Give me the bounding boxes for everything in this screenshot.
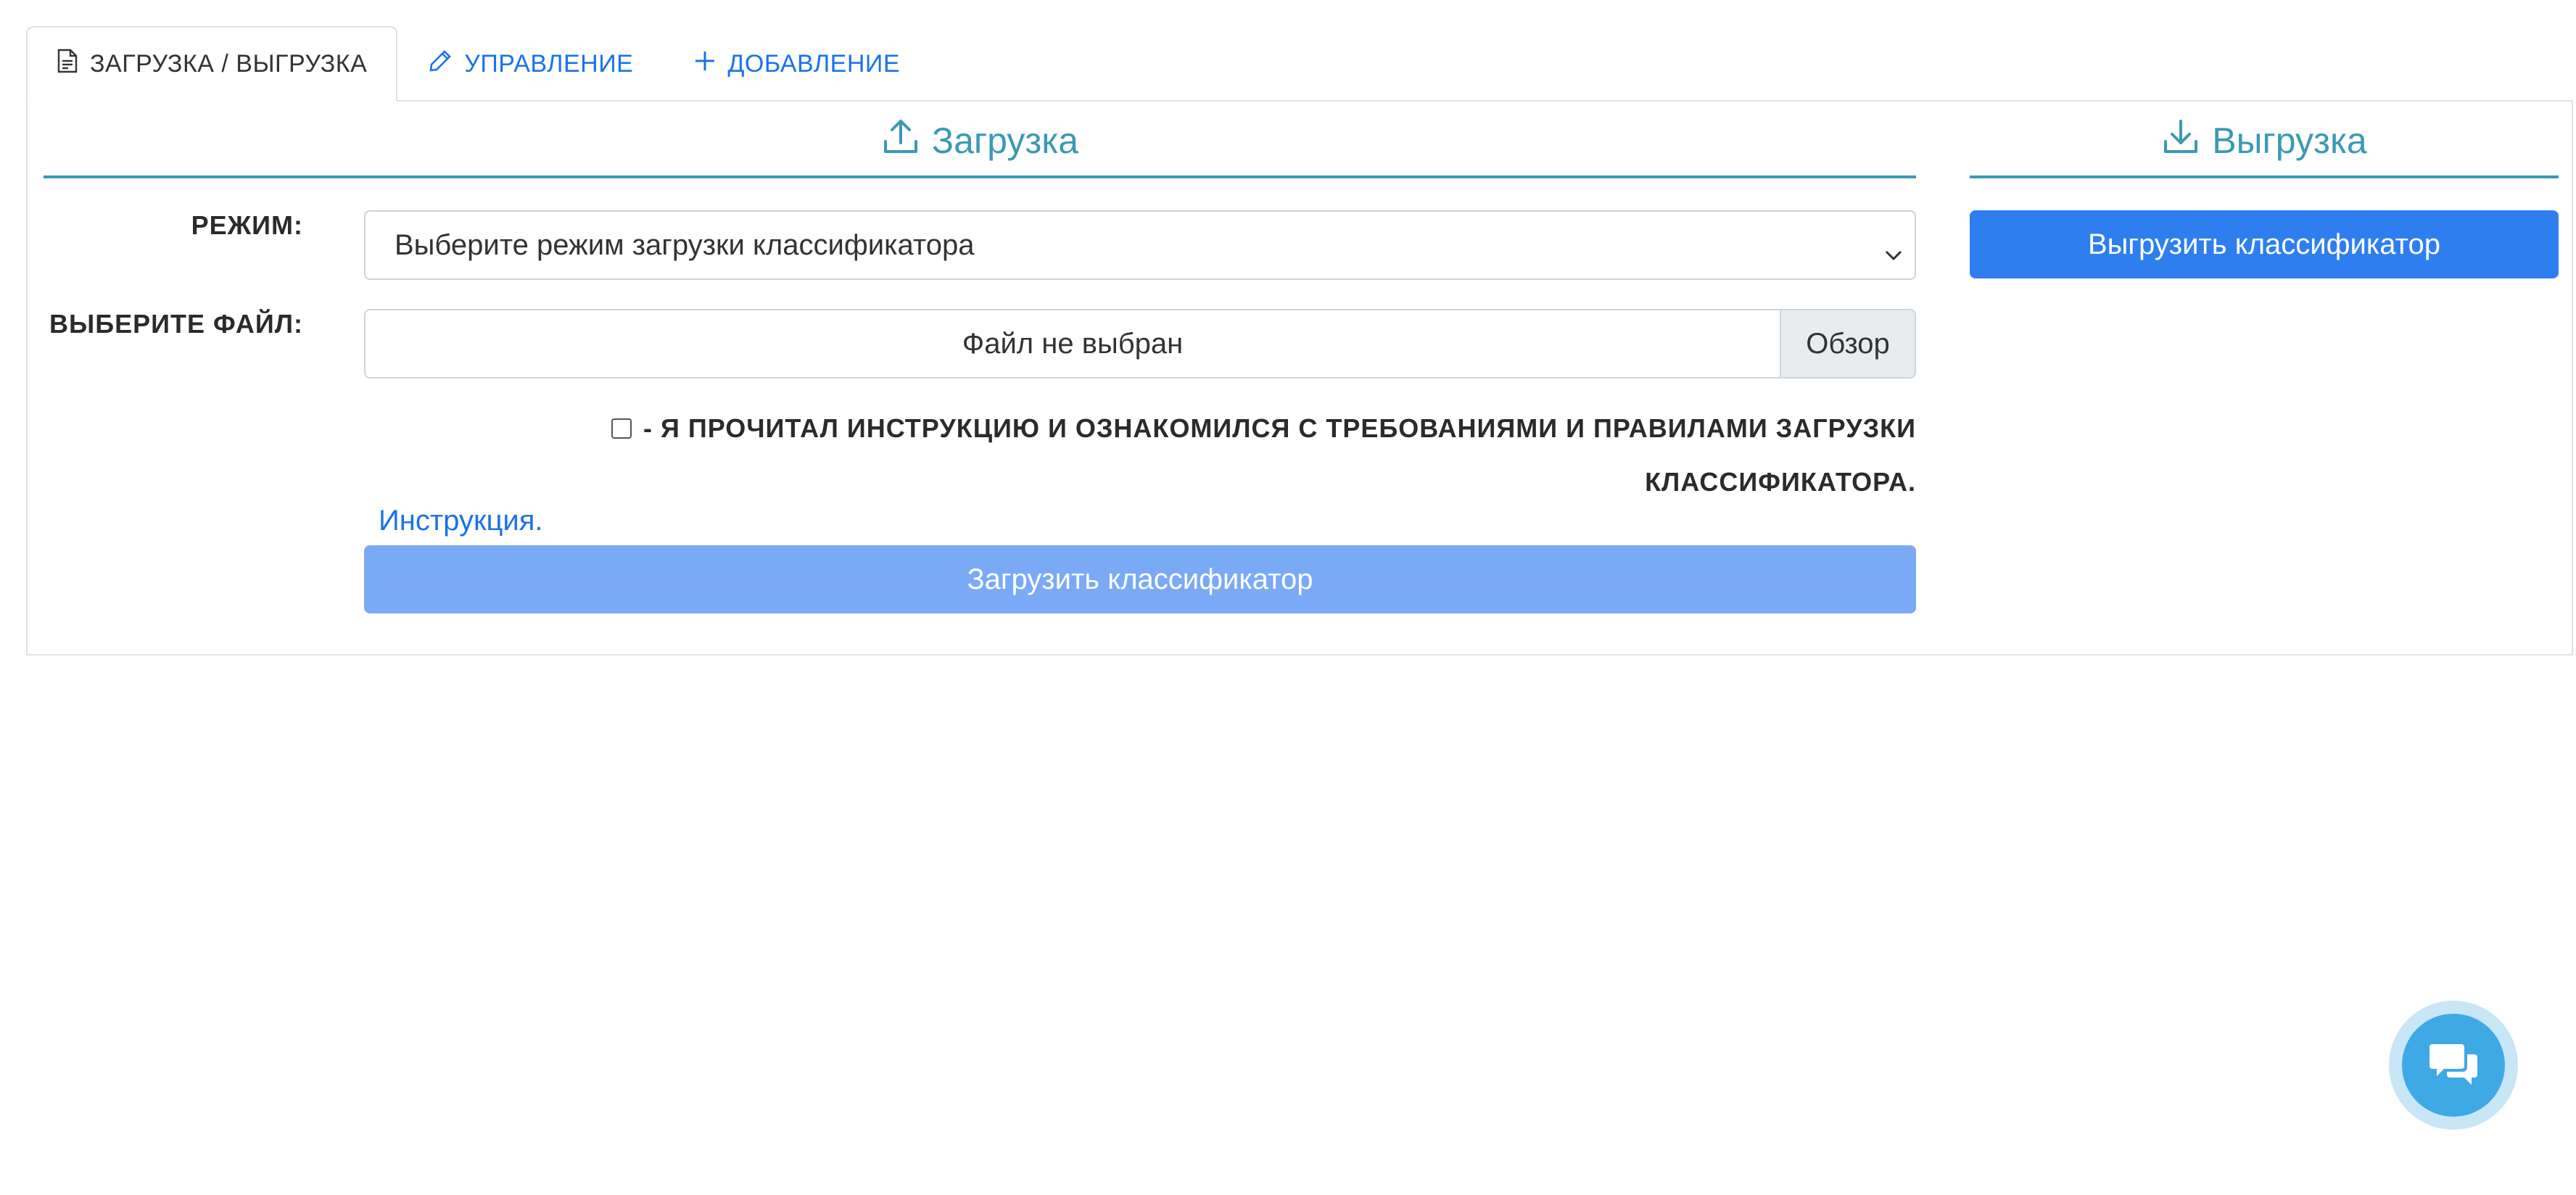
file-input[interactable]: Файл не выбран Обзор xyxy=(364,309,1916,379)
file-name-text: Файл не выбран xyxy=(962,327,1184,360)
download-icon xyxy=(2161,117,2212,165)
mode-select-value: Выберите режим загрузки классификатора xyxy=(395,228,975,261)
upload-section-title: Загрузка xyxy=(44,106,1916,178)
upload-classifier-button[interactable]: Загрузить классификатор xyxy=(364,545,1916,613)
tab-label: Добавление xyxy=(727,49,901,78)
tab-bar: Загрузка / Выгрузка Управление Добавлени… xyxy=(26,26,930,102)
upload-icon xyxy=(881,117,932,165)
mode-select[interactable]: Выберите режим загрузки классификатора xyxy=(364,210,1916,280)
chat-widget-button[interactable] xyxy=(2389,1001,2518,1130)
tab-add[interactable]: Добавление xyxy=(664,26,930,102)
upload-title-text: Загрузка xyxy=(931,120,1079,161)
file-label: Выберите файл: xyxy=(49,309,303,339)
tab-panel: Загрузка Выгрузка Режим: Выберите режим … xyxy=(26,100,2573,656)
pencil-icon xyxy=(428,49,464,80)
page: Загрузка / Выгрузка Управление Добавлени… xyxy=(0,0,2576,1195)
plus-icon xyxy=(694,50,727,78)
mode-label: Режим: xyxy=(191,210,303,240)
instruction-link[interactable]: Инструкция. xyxy=(379,505,542,537)
download-classifier-button[interactable]: Выгрузить классификатор xyxy=(1970,210,2559,278)
document-icon xyxy=(57,49,90,80)
tab-label: Загрузка / Выгрузка xyxy=(90,49,368,78)
browse-button[interactable]: Обзор xyxy=(1780,310,1915,377)
tab-label: Управление xyxy=(464,49,634,78)
chat-widget-inner xyxy=(2402,1014,2505,1117)
download-title-text: Выгрузка xyxy=(2212,120,2367,161)
download-section-title: Выгрузка xyxy=(1970,106,2559,178)
agreement: - Я прочитал инструкцию и ознакомился с … xyxy=(608,402,1916,509)
chat-icon xyxy=(2428,1041,2479,1090)
tab-management[interactable]: Управление xyxy=(397,26,664,102)
tab-upload-download[interactable]: Загрузка / Выгрузка xyxy=(26,26,398,102)
agree-checkbox[interactable] xyxy=(611,418,632,439)
agreement-text: - Я прочитал инструкцию и ознакомился с … xyxy=(643,413,1916,497)
chevron-down-icon xyxy=(1884,236,1903,269)
